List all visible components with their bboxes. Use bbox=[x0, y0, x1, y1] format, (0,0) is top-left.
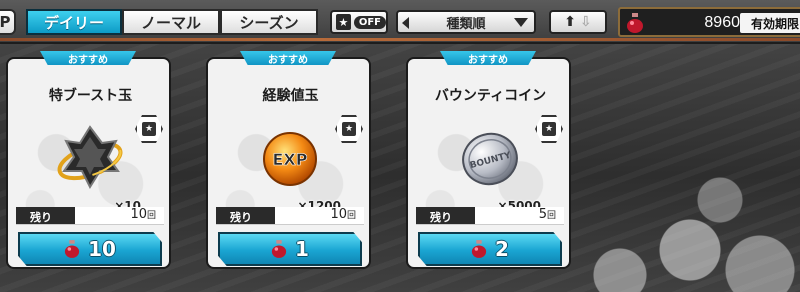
star-icon: ★ bbox=[336, 14, 351, 30]
recommended-tag: おすすめ bbox=[440, 51, 536, 65]
remaining-value: 10回 bbox=[330, 207, 356, 222]
shop-card-bounty-coin[interactable]: おすすめ バウンティコイン ★ BOUNTY ×5000 残り 5回 2 bbox=[406, 51, 571, 269]
remaining-label: 残り bbox=[30, 211, 52, 224]
remaining-row: 残り 10回 bbox=[216, 207, 364, 225]
remaining-unit: 回 bbox=[546, 211, 556, 221]
tab-daily-label: デイリー bbox=[43, 13, 104, 32]
tab-partial-label: P bbox=[0, 13, 11, 31]
price: 1 bbox=[295, 237, 309, 261]
favorite-filter-state: OFF bbox=[353, 15, 386, 29]
recommended-tag: おすすめ bbox=[40, 51, 136, 65]
price: 2 bbox=[495, 237, 509, 261]
sort-order-button[interactable]: ⬆ ⇩ bbox=[549, 10, 607, 34]
currency-panel: 8960 有効期限 bbox=[618, 7, 800, 37]
favorite-filter-button[interactable]: ★ OFF bbox=[330, 10, 388, 34]
tab-season-label: シーズン bbox=[239, 13, 299, 32]
chevron-down-icon bbox=[514, 18, 528, 27]
top-bar-divider bbox=[0, 38, 800, 41]
potion-icon bbox=[271, 240, 287, 258]
remaining-row: 残り 10回 bbox=[16, 207, 164, 225]
card-body: 経験値玉 ★ EXP ×1200 残り 10回 1 bbox=[206, 57, 371, 269]
item-name: 経験値玉 bbox=[262, 88, 319, 104]
sort-label: 種類順 bbox=[446, 16, 486, 32]
special-boost-orb-icon bbox=[57, 125, 123, 190]
potion-icon bbox=[64, 240, 80, 258]
remaining-row: 残り 5回 bbox=[416, 207, 564, 225]
potion-icon bbox=[627, 13, 643, 33]
star-icon: ★ bbox=[142, 122, 156, 136]
remaining-label: 残り bbox=[430, 211, 452, 224]
star-icon: ★ bbox=[342, 122, 356, 136]
tab-normal-label: ノーマル bbox=[140, 13, 201, 32]
buy-button[interactable]: 10 bbox=[18, 232, 162, 266]
buy-button[interactable]: 2 bbox=[418, 232, 562, 266]
recommended-tag: おすすめ bbox=[240, 51, 336, 65]
tab-daily[interactable]: デイリー bbox=[26, 9, 122, 35]
potion-icon bbox=[471, 240, 487, 258]
bounty-coin-icon: BOUNTY bbox=[462, 132, 518, 186]
remaining-value: 10回 bbox=[130, 207, 156, 222]
remaining-count: 10 bbox=[130, 207, 147, 222]
card-body: バウンティコイン ★ BOUNTY ×5000 残り 5回 2 bbox=[406, 57, 571, 269]
chevron-left-icon bbox=[402, 17, 409, 29]
remaining-count: 10 bbox=[330, 207, 347, 222]
exp-orb-text: EXP bbox=[273, 150, 308, 169]
favorite-toggle[interactable]: ★ bbox=[335, 115, 363, 143]
arrow-up-icon: ⬆ bbox=[564, 14, 576, 30]
favorite-toggle[interactable]: ★ bbox=[135, 115, 163, 143]
tab-partial[interactable]: P bbox=[0, 9, 16, 35]
buy-button[interactable]: 1 bbox=[218, 232, 362, 266]
item-name: 特ブースト玉 bbox=[48, 88, 133, 104]
currency-amount: 8960 bbox=[704, 14, 740, 31]
sort-dropdown[interactable]: 種類順 bbox=[396, 10, 536, 34]
arrow-down-icon: ⇩ bbox=[580, 14, 592, 30]
remaining-value: 5回 bbox=[539, 207, 556, 222]
tab-season[interactable]: シーズン bbox=[220, 9, 318, 35]
expire-button[interactable]: 有効期限 bbox=[740, 13, 800, 33]
favorite-toggle[interactable]: ★ bbox=[535, 115, 563, 143]
card-body: 特ブースト玉 ★ ×10 残り 10回 10 bbox=[6, 57, 171, 269]
exp-orb-icon: EXP bbox=[263, 132, 317, 186]
star-icon: ★ bbox=[542, 122, 556, 136]
item-name: バウンティコイン bbox=[434, 88, 547, 104]
remaining-unit: 回 bbox=[146, 211, 156, 221]
remaining-label: 残り bbox=[230, 211, 252, 224]
shop-card-exp-orb[interactable]: おすすめ 経験値玉 ★ EXP ×1200 残り 10回 1 bbox=[206, 51, 371, 269]
remaining-unit: 回 bbox=[346, 211, 356, 221]
remaining-count: 5 bbox=[538, 207, 547, 222]
shop-card-special-boost[interactable]: おすすめ 特ブースト玉 ★ ×10 残り 10回 10 bbox=[6, 51, 171, 269]
top-bar: P デイリー ノーマル シーズン ★ OFF 種類順 ⬆ ⇩ 8960 有効期限 bbox=[0, 0, 800, 44]
price: 10 bbox=[88, 237, 116, 261]
tab-normal[interactable]: ノーマル bbox=[122, 9, 220, 35]
